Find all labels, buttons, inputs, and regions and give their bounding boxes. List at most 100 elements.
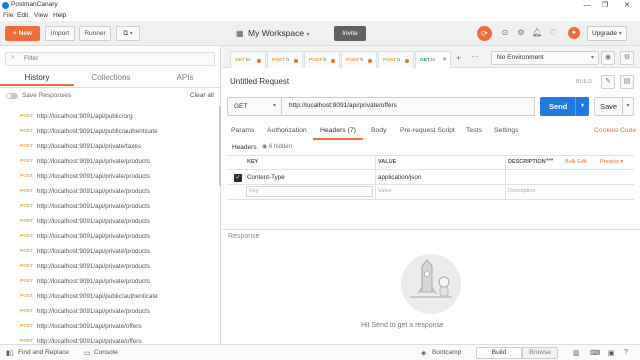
avatar[interactable]: ●	[568, 27, 580, 39]
capture-icon[interactable]: ⊙	[500, 28, 510, 38]
tab-history[interactable]: History	[0, 70, 74, 86]
request-tab[interactable]: POST h	[304, 51, 340, 68]
filter-field[interactable]: ⌕	[5, 52, 215, 66]
sync-icon[interactable]: ⟳	[477, 26, 492, 41]
send-options-chevron-icon[interactable]: ▾	[575, 97, 589, 116]
help-icon[interactable]: ?	[624, 349, 628, 356]
new-window-button[interactable]: ⧉ ▾	[116, 26, 140, 41]
window-title: PostmanCanary	[11, 1, 58, 8]
history-item[interactable]: POST http://localhost:9091/api/private/of…	[0, 335, 221, 344]
more-tabs-icon[interactable]: ···	[471, 52, 479, 61]
menu-view[interactable]: View	[34, 12, 48, 19]
environment-quicklook-eye-icon[interactable]: ◉	[601, 51, 615, 65]
tab-settings[interactable]: Settings	[494, 127, 519, 139]
request-name[interactable]: Untitled Request	[230, 77, 289, 86]
save-options-chevron-icon[interactable]: ▾	[622, 98, 633, 115]
menu-edit[interactable]: Edit	[17, 12, 28, 19]
new-tab-plus-icon[interactable]: +	[456, 53, 461, 63]
browse-mode-button[interactable]: Browse	[522, 347, 558, 359]
history-item[interactable]: POST http://localhost:9091/api/private/pr…	[0, 305, 221, 320]
header-value-cell[interactable]: application/json	[378, 174, 421, 181]
filter-input[interactable]	[24, 55, 204, 62]
history-item[interactable]: POST http://localhost:9091/api/private/pr…	[0, 245, 221, 260]
invite-button[interactable]: Invite	[334, 26, 366, 41]
more-options-icon[interactable]: •••	[546, 157, 553, 164]
history-item[interactable]: POST http://localhost:9091/api/private/pr…	[0, 185, 221, 200]
notifications-bell-icon[interactable]: 🔔︎	[532, 28, 542, 38]
method-label: GET	[234, 103, 248, 110]
new-header-description-input[interactable]: Description	[508, 188, 536, 194]
save-button[interactable]: Save ▾	[594, 97, 634, 116]
request-tab[interactable]: POST h	[267, 51, 303, 68]
request-tab[interactable]: GET lo	[230, 51, 266, 68]
close-tab-icon[interactable]: ✕	[442, 52, 447, 69]
tab-params[interactable]: Params	[231, 127, 254, 139]
presets-dropdown[interactable]: Presets ▾	[600, 159, 623, 165]
cookies-link[interactable]: Cookies	[594, 127, 619, 134]
history-item[interactable]: POST http://localhost:9091/api/private/ta…	[0, 140, 221, 155]
hidden-headers-toggle[interactable]: ◉ 6 hidden	[262, 143, 292, 150]
clear-all-button[interactable]: Clear all	[190, 92, 214, 99]
maximize-icon[interactable]: ❐	[598, 0, 612, 11]
history-item[interactable]: POST http://localhost:9091/api/public/org	[0, 110, 221, 125]
runner-button[interactable]: Runner	[79, 26, 111, 41]
tab-tests[interactable]: Tests	[466, 127, 482, 139]
new-button[interactable]: + New	[5, 26, 40, 41]
import-button[interactable]: Import	[45, 26, 75, 41]
response-divider[interactable]	[222, 229, 640, 230]
settings-gear-icon[interactable]: ⚙	[516, 28, 526, 38]
tab-authorization[interactable]: Authorization	[267, 127, 307, 139]
column-header-key: KEY	[247, 159, 259, 165]
history-item[interactable]: POST http://localhost:9091/api/private/pr…	[0, 200, 221, 215]
header-key-cell[interactable]: Content-Type	[247, 174, 285, 181]
close-icon[interactable]: ✕	[620, 0, 634, 11]
code-link[interactable]: Code	[620, 127, 636, 134]
workspace-selector[interactable]: My Workspace ▾	[248, 28, 309, 38]
url-field[interactable]	[282, 97, 535, 116]
request-tab[interactable]: POST h	[378, 51, 414, 68]
tab-pre-request-script[interactable]: Pre-request Script	[400, 127, 455, 139]
documentation-icon[interactable]: ▤	[620, 75, 634, 89]
find-replace-button[interactable]: Find and Replace	[18, 349, 69, 356]
history-item[interactable]: POST http://localhost:9091/api/public/aut…	[0, 290, 221, 305]
new-header-key-input[interactable]: Key	[246, 186, 373, 197]
header-enabled-checkbox[interactable]: ✓	[234, 174, 242, 182]
send-button[interactable]: Send ▾	[540, 97, 589, 116]
history-item[interactable]: POST http://localhost:9091/api/private/pr…	[0, 155, 221, 170]
sidebar-toggle-icon[interactable]: ▮▯	[6, 349, 14, 357]
new-header-value-input[interactable]: Value	[378, 188, 392, 194]
history-item[interactable]: POST http://localhost:9091/api/private/pr…	[0, 230, 221, 245]
response-label: Response	[228, 233, 260, 240]
bootcamp-button[interactable]: Bootcamp	[432, 349, 461, 356]
method-select[interactable]: GET ▾	[227, 97, 282, 116]
history-item[interactable]: POST http://localhost:9091/api/private/pr…	[0, 275, 221, 290]
upgrade-button[interactable]: Upgrade ▾	[587, 26, 627, 41]
two-pane-view-icon[interactable]: ▣	[608, 349, 615, 357]
request-tab[interactable]: POST h	[341, 51, 377, 68]
history-item[interactable]: POST http://localhost:9091/api/private/of…	[0, 320, 221, 335]
request-tab[interactable]: GET lo ✕	[415, 51, 451, 69]
request-tab-method: POST	[309, 58, 323, 63]
tab-body[interactable]: Body	[371, 127, 387, 139]
console-button[interactable]: Console	[94, 349, 118, 356]
history-item[interactable]: POST http://localhost:9091/api/private/pr…	[0, 170, 221, 185]
url-input[interactable]	[289, 102, 529, 109]
tab-collections[interactable]: Collections	[74, 70, 148, 86]
heart-icon[interactable]: ♡	[548, 28, 558, 38]
build-mode-button[interactable]: Build	[476, 347, 522, 359]
menu-file[interactable]: File	[3, 12, 13, 19]
save-responses-toggle[interactable]	[6, 93, 18, 99]
history-item[interactable]: POST http://localhost:9091/api/private/pr…	[0, 260, 221, 275]
history-item[interactable]: POST http://localhost:9091/api/public/aut…	[0, 125, 221, 140]
layout-pane-icon[interactable]: ▥	[573, 349, 580, 357]
keyboard-shortcuts-icon[interactable]: ⌨	[590, 349, 600, 357]
edit-pencil-icon[interactable]: ✎	[601, 75, 615, 89]
minimize-icon[interactable]: —	[580, 0, 594, 11]
bulk-edit-link[interactable]: Bulk Edit	[565, 159, 587, 165]
history-item[interactable]: POST http://localhost:9091/api/private/pr…	[0, 215, 221, 230]
tab-apis[interactable]: APIs	[148, 70, 222, 86]
environment-selector[interactable]: No Environment ▾	[491, 51, 599, 65]
manage-environments-gear-icon[interactable]: ⚙	[620, 51, 634, 65]
menu-help[interactable]: Help	[53, 12, 66, 19]
sidebar-scrollbar[interactable]	[219, 106, 221, 186]
